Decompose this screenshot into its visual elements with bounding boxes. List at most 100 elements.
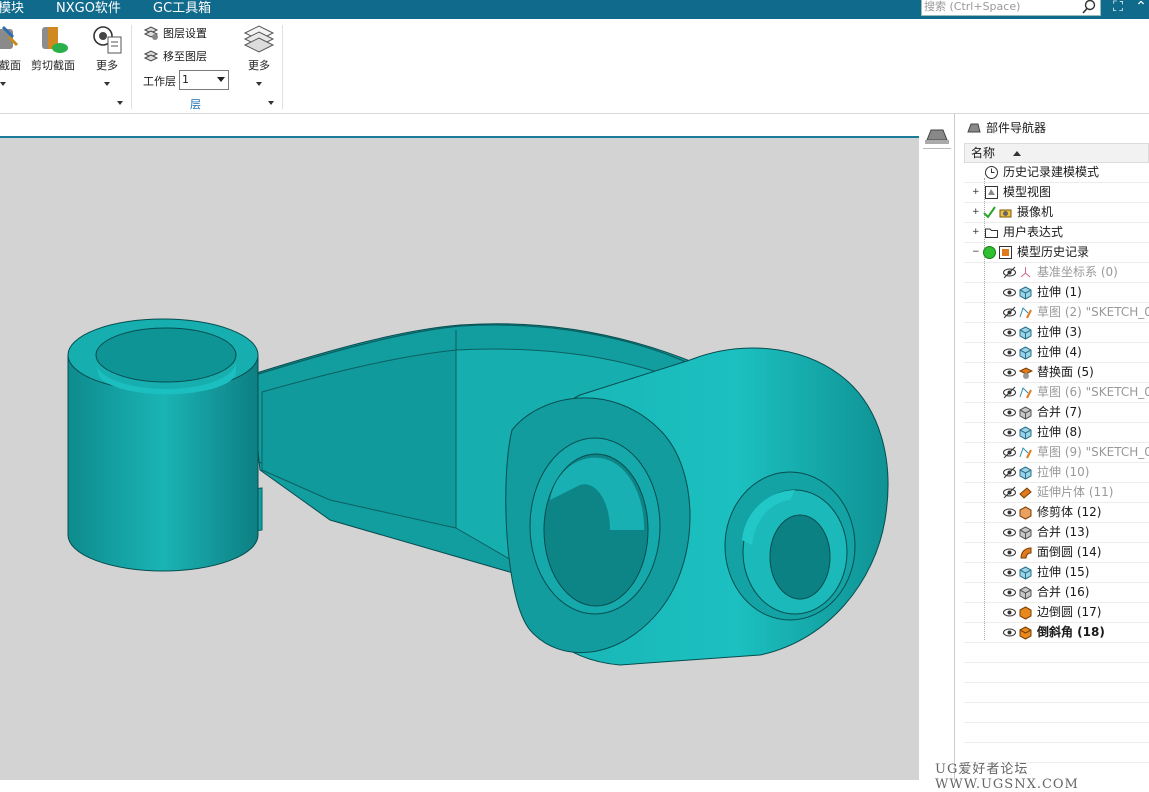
tree-node-label: 模型视图 — [1003, 185, 1052, 199]
feature-node[interactable]: 合并 (13) — [964, 523, 1149, 543]
feature-node[interactable]: 拉伸 (3) — [964, 323, 1149, 343]
collapse-icon[interactable]: − — [972, 248, 980, 257]
tab-underline — [923, 148, 951, 149]
feature-node[interactable]: 合并 (7) — [964, 403, 1149, 423]
more-dropdown-arrow-1[interactable] — [104, 82, 110, 86]
fullscreen-icon[interactable]: ⛶ — [1108, 0, 1128, 17]
feature-label: 合并 (13) — [1037, 525, 1090, 539]
tree-node[interactable]: − 模型历史记录 — [964, 243, 1149, 263]
unite-icon — [1019, 586, 1032, 600]
visible-eye-icon[interactable] — [1002, 505, 1017, 520]
feature-label: 面倒圆 (14) — [1037, 545, 1102, 559]
feature-label: 拉伸 (3) — [1037, 325, 1082, 339]
visible-eye-icon[interactable] — [1002, 365, 1017, 380]
section-button[interactable]: 截面 — [0, 23, 26, 73]
feature-node[interactable]: 拉伸 (4) — [964, 343, 1149, 363]
feature-node[interactable]: 拉伸 (1) — [964, 283, 1149, 303]
expand-icon[interactable]: + — [972, 188, 980, 197]
section-dropdown-arrow[interactable] — [0, 82, 6, 86]
feature-node[interactable]: 拉伸 (10) — [964, 463, 1149, 483]
hidden-eye-icon[interactable] — [1002, 465, 1017, 480]
layer-settings-icon — [143, 26, 159, 40]
feature-node[interactable]: 倒斜角 (18) — [964, 623, 1149, 643]
tree-node-label: 历史记录建模模式 — [1003, 165, 1100, 179]
menu-gc-toolbox[interactable]: GC工具箱 — [153, 0, 211, 18]
tree-node[interactable]: 历史记录建模模式 — [964, 163, 1149, 183]
feature-label: 边倒圆 (17) — [1037, 605, 1102, 619]
feature-label: 延伸片体 (11) — [1037, 485, 1114, 499]
part-navigator-tab-icon[interactable] — [923, 124, 951, 146]
expand-icon[interactable]: + — [972, 208, 980, 217]
name-column-header[interactable]: 名称 — [964, 143, 1149, 163]
navigator-tree: 历史记录建模模式 + 模型视图 + 摄像机 + 用户表达式 − 模型历史记录 基准坐标系 (0) 拉… — [964, 163, 1149, 763]
visible-eye-icon[interactable] — [1002, 625, 1017, 640]
tree-node[interactable]: + 用户表达式 — [964, 223, 1149, 243]
feature-label: 拉伸 (10) — [1037, 465, 1090, 479]
rocker-arm-model[interactable] — [0, 138, 919, 780]
group-options-arrow-2[interactable] — [268, 101, 274, 105]
visible-eye-icon[interactable] — [1002, 425, 1017, 440]
feature-node[interactable]: 草图 (6) "SKETCH_0 — [964, 383, 1149, 403]
more-button-2[interactable]: 更多 — [240, 23, 278, 73]
more-view-icon — [93, 26, 122, 54]
feature-node[interactable]: 草图 (2) "SKETCH_0 — [964, 303, 1149, 323]
group-options-arrow-1[interactable] — [117, 101, 123, 105]
collapse-ribbon-icon[interactable]: ⌃ — [1131, 0, 1149, 17]
visible-eye-icon[interactable] — [1002, 585, 1017, 600]
graphics-window[interactable] — [0, 138, 919, 780]
extrude-icon — [1019, 286, 1032, 300]
feature-node[interactable]: 修剪体 (12) — [964, 503, 1149, 523]
extend-sheet-icon — [1019, 487, 1032, 499]
tree-node[interactable]: + 模型视图 — [964, 183, 1149, 203]
hidden-eye-icon[interactable] — [1002, 305, 1017, 320]
feature-node[interactable]: 拉伸 (8) — [964, 423, 1149, 443]
work-layer-select[interactable]: 1 — [179, 70, 229, 90]
feature-label: 拉伸 (15) — [1037, 565, 1090, 579]
visible-eye-icon[interactable] — [1002, 605, 1017, 620]
feature-node[interactable]: 替换面 (5) — [964, 363, 1149, 383]
hidden-eye-icon[interactable] — [1002, 265, 1017, 280]
viewport-header — [0, 114, 919, 138]
work-layer-value: 1 — [182, 73, 189, 86]
command-search-input[interactable]: 搜索 (Ctrl+Space) — [921, 0, 1101, 16]
menu-modules[interactable]: 模块 — [0, 0, 24, 18]
more-button-1[interactable]: 更多 — [90, 23, 124, 73]
datum-csys-icon — [1020, 267, 1031, 278]
clip-section-button[interactable]: 剪切截面 — [30, 23, 76, 73]
extrude-icon — [1019, 426, 1032, 440]
visible-eye-icon[interactable] — [1002, 345, 1017, 360]
tree-node[interactable]: + 摄像机 — [964, 203, 1149, 223]
hidden-eye-icon[interactable] — [1002, 385, 1017, 400]
clip-section-icon — [42, 27, 68, 53]
more-dropdown-arrow-2[interactable] — [256, 82, 262, 86]
feature-node[interactable]: 合并 (16) — [964, 583, 1149, 603]
visible-eye-icon[interactable] — [1002, 525, 1017, 540]
feature-node[interactable]: 基准坐标系 (0) — [964, 263, 1149, 283]
feature-node[interactable]: 面倒圆 (14) — [964, 543, 1149, 563]
section-icon — [0, 25, 19, 49]
move-to-layer-button[interactable]: 移至图层 — [143, 48, 207, 64]
feature-node[interactable]: 草图 (9) "SKETCH_0 — [964, 443, 1149, 463]
menu-bar: 模块 NXGO软件 GC工具箱 搜索 (Ctrl+Space) ⛶ ⌃ — [0, 0, 1149, 19]
visible-eye-icon[interactable] — [1002, 325, 1017, 340]
hidden-eye-icon[interactable] — [1002, 485, 1017, 500]
visible-eye-icon[interactable] — [1002, 405, 1017, 420]
feature-node[interactable]: 延伸片体 (11) — [964, 483, 1149, 503]
feature-node[interactable]: 拉伸 (15) — [964, 563, 1149, 583]
camera-folder-icon — [999, 209, 1012, 218]
visible-eye-icon[interactable] — [1002, 565, 1017, 580]
visible-eye-icon[interactable] — [1002, 285, 1017, 300]
feature-label: 草图 (2) "SKETCH_0 — [1037, 305, 1149, 319]
visible-eye-icon[interactable] — [1002, 545, 1017, 560]
search-icon[interactable] — [1081, 0, 1097, 15]
part-navigator-icon — [967, 123, 981, 132]
menu-nxgo[interactable]: NXGO软件 — [56, 0, 121, 18]
expand-icon[interactable]: + — [972, 228, 980, 237]
feature-node[interactable]: 边倒圆 (17) — [964, 603, 1149, 623]
empty-row — [964, 643, 1149, 663]
feature-label: 拉伸 (8) — [1037, 425, 1082, 439]
layer-settings-button[interactable]: 图层设置 — [143, 25, 207, 41]
hidden-eye-icon[interactable] — [1002, 445, 1017, 460]
empty-row — [964, 703, 1149, 723]
more-label-2: 更多 — [248, 59, 270, 72]
